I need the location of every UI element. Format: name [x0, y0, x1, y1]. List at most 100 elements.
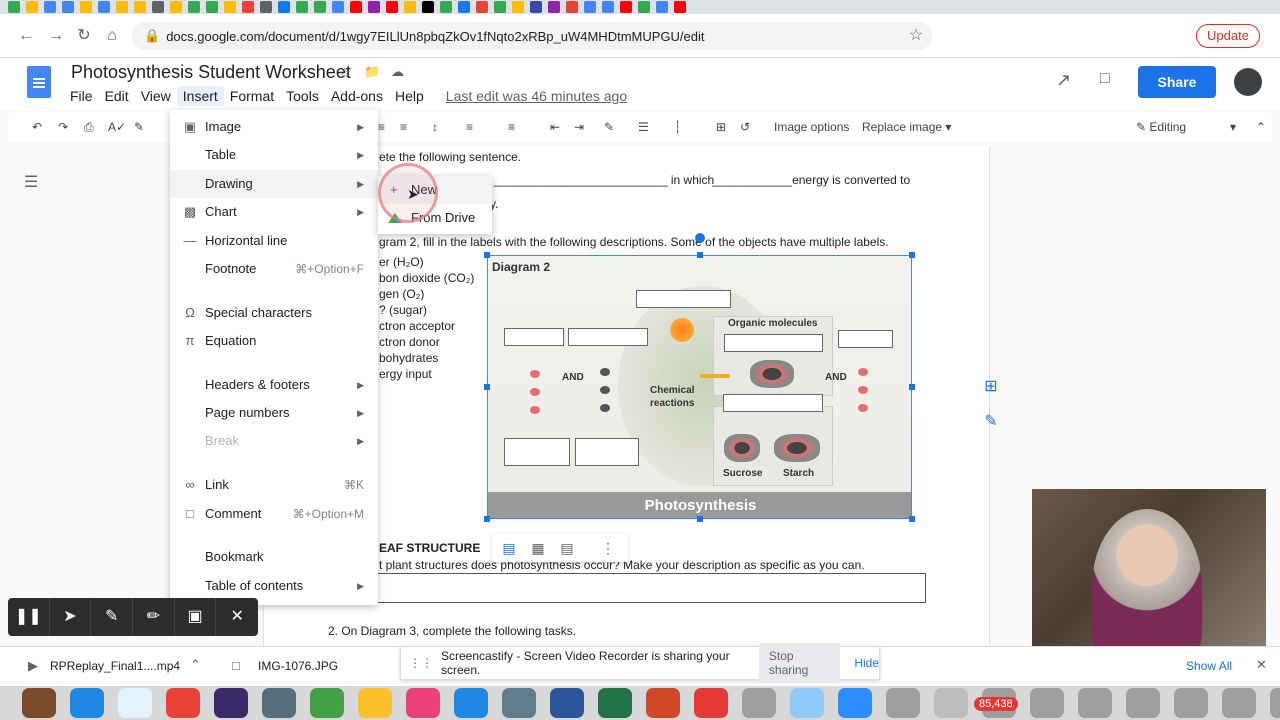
menu-edit[interactable]: Edit — [99, 86, 135, 106]
dock-app-icon[interactable] — [646, 688, 680, 718]
dock-app-icon[interactable] — [838, 688, 872, 718]
stop-sharing-button[interactable]: Stop sharing — [758, 643, 841, 683]
tab-favicon-icon[interactable] — [350, 1, 362, 13]
spellcheck-icon[interactable]: A✓ — [108, 117, 126, 137]
resize-handle[interactable] — [484, 384, 490, 390]
dock-app-icon[interactable] — [1030, 688, 1064, 718]
dock-app-icon[interactable] — [694, 688, 728, 718]
url-bar[interactable]: 🔒 docs.google.com/document/d/1wgy7EILlUn… — [132, 22, 932, 50]
menu-item-headers-footers[interactable]: Headers & footers ▶ — [170, 371, 378, 399]
document-title[interactable]: Photosynthesis Student Worksheet — [71, 62, 351, 83]
rotate-handle[interactable] — [695, 233, 705, 243]
tab-favicon-icon[interactable] — [458, 1, 470, 13]
chevron-up-icon[interactable]: ⌃ — [1256, 117, 1266, 137]
resize-handle[interactable] — [697, 516, 703, 522]
dock-app-icon[interactable] — [886, 688, 920, 718]
dock-app-icon[interactable] — [742, 688, 776, 718]
resize-handle[interactable] — [909, 252, 915, 258]
dock-app-icon[interactable] — [502, 688, 536, 718]
outline-icon[interactable]: ☰ — [24, 172, 38, 192]
label-box[interactable] — [724, 334, 823, 352]
redo-icon[interactable]: ↷ — [58, 117, 68, 137]
tab-favicon-icon[interactable] — [152, 1, 164, 13]
label-box[interactable] — [636, 290, 731, 308]
download-item[interactable]: IMG-1076.JPG — [258, 659, 338, 673]
diagram-image[interactable]: Diagram 2 Organic molecules AND AND Chem… — [487, 255, 912, 519]
dock-app-icon[interactable] — [934, 688, 968, 718]
download-item[interactable]: RPReplay_Final1....mp4 — [50, 659, 180, 673]
label-box[interactable] — [504, 438, 570, 466]
tab-favicon-icon[interactable] — [512, 1, 524, 13]
close-icon[interactable]: ✕ — [1256, 657, 1267, 673]
dock-app-icon[interactable] — [118, 688, 152, 718]
menu-item-drawing[interactable]: Drawing ▶ — [170, 170, 378, 198]
menu-help[interactable]: Help — [389, 86, 430, 106]
dock-app-icon[interactable] — [550, 688, 584, 718]
tab-favicon-icon[interactable] — [476, 1, 488, 13]
tab-favicon-icon[interactable] — [440, 1, 452, 13]
label-box[interactable] — [723, 394, 823, 412]
suggest-edits-icon[interactable]: ✎ — [981, 411, 1001, 431]
tab-favicon-icon[interactable] — [116, 1, 128, 13]
menu-item-comment[interactable]: □ Comment ⌘+Option+M — [170, 500, 378, 528]
increase-indent-icon[interactable]: ⇥ — [574, 117, 584, 137]
menu-item-horizontal-line[interactable]: — Horizontal line — [170, 227, 378, 255]
image-options-button[interactable]: Image options — [774, 117, 849, 137]
answer-box[interactable] — [372, 573, 926, 603]
pause-icon[interactable]: ❚❚ — [8, 598, 50, 636]
menu-item-special-characters[interactable]: Ω Special characters — [170, 299, 378, 327]
tab-favicon-icon[interactable] — [206, 1, 218, 13]
update-button[interactable]: Update — [1196, 24, 1260, 48]
dock-app-icon[interactable] — [358, 688, 392, 718]
label-box[interactable] — [568, 328, 648, 346]
tab-favicon-icon[interactable] — [620, 1, 632, 13]
paint-format-icon[interactable]: ✎ — [134, 117, 144, 137]
undo-icon[interactable]: ↶ — [32, 117, 42, 137]
resize-handle[interactable] — [909, 516, 915, 522]
resize-handle[interactable] — [697, 252, 703, 258]
menu-addons[interactable]: Add-ons — [325, 86, 389, 106]
editing-mode-button[interactable]: ✎ Editing — [1136, 117, 1186, 137]
tab-favicon-icon[interactable] — [134, 1, 146, 13]
tab-favicon-icon[interactable] — [422, 1, 434, 13]
menu-item-bookmark[interactable]: Bookmark — [170, 543, 378, 571]
tab-favicon-icon[interactable] — [548, 1, 560, 13]
tab-favicon-icon[interactable] — [44, 1, 56, 13]
share-button[interactable]: Share — [1138, 66, 1216, 98]
forward-arrow-icon[interactable]: → — [46, 26, 66, 46]
hide-button[interactable]: Hide — [854, 656, 879, 670]
chevron-up-icon[interactable]: ⌃ — [190, 657, 201, 673]
chevron-down-icon[interactable]: ▾ — [1230, 117, 1236, 137]
print-icon[interactable]: ⎙ — [84, 117, 94, 137]
more-options-icon[interactable]: ⋮ — [597, 537, 619, 559]
dock-app-icon[interactable] — [598, 688, 632, 718]
menu-item-equation[interactable]: π Equation — [170, 327, 378, 355]
home-icon[interactable]: ⌂ — [102, 26, 122, 46]
camera-icon[interactable]: ▣ — [175, 598, 217, 636]
menu-item-chart[interactable]: ▩ Chart ▶ — [170, 198, 378, 226]
menu-item-image[interactable]: ▣ Image ▶ — [170, 113, 378, 141]
align-right-icon[interactable]: ≡ — [378, 117, 385, 137]
label-box[interactable] — [838, 330, 893, 348]
tab-favicon-icon[interactable] — [62, 1, 74, 13]
resize-handle[interactable] — [909, 384, 915, 390]
menu-item-table-of-contents[interactable]: Table of contents ▶ — [170, 572, 378, 600]
reload-icon[interactable]: ↻ — [74, 26, 94, 46]
dock-app-icon[interactable] — [262, 688, 296, 718]
activity-trend-icon[interactable]: ↗ — [1056, 70, 1071, 91]
dock-app-icon[interactable] — [1126, 688, 1160, 718]
tab-favicon-icon[interactable] — [602, 1, 614, 13]
label-box[interactable] — [504, 328, 564, 346]
wrap-text-icon[interactable]: ▦ — [527, 537, 549, 559]
tab-favicon-icon[interactable] — [260, 1, 272, 13]
tab-favicon-icon[interactable] — [278, 1, 290, 13]
tab-favicon-icon[interactable] — [8, 1, 20, 13]
pen-tool-icon[interactable]: ✎ — [91, 598, 134, 636]
dock-app-icon[interactable] — [310, 688, 344, 718]
tab-favicon-icon[interactable] — [404, 1, 416, 13]
tab-favicon-icon[interactable] — [26, 1, 38, 13]
menu-item-link[interactable]: ∞ Link ⌘K — [170, 471, 378, 499]
dock-app-icon[interactable] — [406, 688, 440, 718]
align-justify-icon[interactable]: ≡ — [400, 117, 407, 137]
dock-app-icon[interactable] — [454, 688, 488, 718]
